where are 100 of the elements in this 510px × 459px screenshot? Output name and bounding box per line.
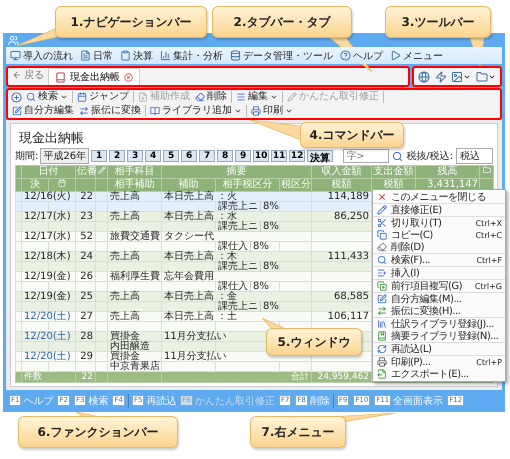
tax-select[interactable]: 税込 xyxy=(456,148,493,164)
nav-item[interactable]: 日常 xyxy=(80,48,113,62)
table-cell: 課売上ニ 8% xyxy=(216,302,280,312)
search-icon[interactable] xyxy=(392,150,404,162)
search-field[interactable]: 字> xyxy=(343,149,390,163)
menu-item[interactable]: 切り取り(T) Ctrl+X xyxy=(373,217,505,229)
menu-item[interactable]: 直接修正(E) xyxy=(373,204,505,216)
date-cell: 12/19(金) xyxy=(22,272,76,282)
menu-item[interactable]: 検索(F)... Ctrl+F xyxy=(373,254,505,266)
edit-icon xyxy=(377,294,387,304)
nav-item[interactable]: 集計・分析 xyxy=(160,48,223,62)
menu-item[interactable]: 摘要ライブラリ登録(N)... xyxy=(373,330,505,342)
menu-item[interactable]: 挿入(I) xyxy=(373,267,505,279)
tab[interactable]: 現金出納帳 xyxy=(48,68,140,85)
close-icon xyxy=(377,192,387,202)
toolbar-button[interactable] xyxy=(418,70,430,82)
menu-item[interactable]: 自分方編集(M)... xyxy=(373,293,505,305)
column-header: 税額 xyxy=(312,178,372,192)
column-header: 補助 xyxy=(162,178,216,192)
menu-item[interactable]: 仕訳ライブラリ登録(J)... xyxy=(373,318,505,330)
chart-icon xyxy=(160,50,171,61)
month-button[interactable]: 決算 xyxy=(307,150,334,162)
toolbar-button[interactable] xyxy=(476,70,496,82)
callout: 7.右メニュー xyxy=(250,416,346,448)
column-header: 日付 xyxy=(22,166,76,178)
table-cell: 111,433 xyxy=(312,252,372,262)
month-button[interactable]: 3 xyxy=(127,150,144,162)
month-button[interactable]: 10 xyxy=(253,150,270,162)
column-header: 摘要 xyxy=(162,166,312,178)
date-cell: 12/17(水) xyxy=(22,212,76,222)
command-button[interactable]: ライブラリ追加 xyxy=(149,105,243,117)
month-button[interactable]: 7 xyxy=(199,150,216,162)
add-icon[interactable] xyxy=(11,92,22,102)
command-button[interactable]: 印刷 xyxy=(250,105,294,117)
back-button[interactable]: 戻る xyxy=(12,68,44,85)
table-cell: 52 xyxy=(76,232,96,242)
pencil-icon xyxy=(377,205,387,215)
table-cell: 中京青果店 xyxy=(108,362,162,372)
menu-item[interactable]: 再読込(L) xyxy=(373,343,505,355)
month-button[interactable]: 2 xyxy=(109,150,126,162)
help-icon xyxy=(340,50,351,61)
month-button[interactable]: 9 xyxy=(235,150,252,162)
lightning-icon xyxy=(434,70,447,82)
command-button[interactable]: 検索 xyxy=(25,91,69,103)
callout-pointer xyxy=(250,120,301,140)
book-icon xyxy=(55,72,66,82)
table-cell: 本日売上高 ：土 xyxy=(162,312,312,322)
menu-item[interactable]: 振伝に変換(H)... xyxy=(373,305,505,317)
menu-item[interactable]: 前行項目複写(G) Ctrl+G xyxy=(373,280,505,292)
nav-item[interactable]: 導入の流れ xyxy=(10,48,73,62)
nav-item[interactable]: メニュー xyxy=(390,48,443,62)
year-select[interactable]: 平成26年 xyxy=(40,148,90,164)
close-icon[interactable] xyxy=(124,72,133,82)
toolbar-button[interactable] xyxy=(451,70,472,82)
command-button[interactable]: 自分方編集 xyxy=(11,105,75,117)
table-cell: 114,189 xyxy=(312,192,372,202)
arrow-left-icon xyxy=(12,70,22,80)
month-button[interactable]: 11 xyxy=(271,150,288,162)
book-icon xyxy=(150,106,160,116)
menu-item[interactable]: コピー(C) Ctrl+C xyxy=(373,229,505,241)
folder-icon xyxy=(476,70,488,82)
table-cell: 68,585 xyxy=(312,292,372,302)
menu-item[interactable]: 印刷(P)... Ctrl+P xyxy=(373,356,505,368)
refresh-icon xyxy=(377,344,387,354)
folder-icon xyxy=(482,166,491,174)
callout: 1.ナビゲーションバー xyxy=(55,6,207,38)
file-plus-icon xyxy=(138,92,148,102)
table-cell: 27 xyxy=(76,312,96,322)
month-button[interactable]: 4 xyxy=(145,150,162,162)
month-button[interactable]: 6 xyxy=(181,150,198,162)
menu-item[interactable]: このメニューを閉じる xyxy=(373,191,505,203)
nav-item[interactable]: データ管理・ツール xyxy=(230,48,333,62)
menu-item[interactable]: 削除(D) xyxy=(373,241,505,253)
search-icon xyxy=(377,255,387,265)
insert-icon xyxy=(377,268,387,278)
printer-icon xyxy=(251,106,261,116)
month-button[interactable]: 1 xyxy=(91,150,108,162)
month-button[interactable]: 12 xyxy=(289,150,306,162)
table-cell: 買掛金 xyxy=(108,332,162,342)
nav-item[interactable]: 決算 xyxy=(120,48,153,62)
command-button[interactable]: ジャンプ xyxy=(76,91,130,103)
toolbar-button[interactable] xyxy=(434,70,447,82)
menu-item[interactable]: エクスポート(E)... xyxy=(373,368,505,380)
table-cell: 売上高 xyxy=(108,212,162,222)
total-label: 合計 xyxy=(162,372,312,382)
caret-icon xyxy=(60,93,68,101)
month-button[interactable]: 5 xyxy=(163,150,180,162)
command-button[interactable]: 編集 xyxy=(235,91,279,103)
command-button[interactable]: 振伝に変換 xyxy=(78,105,142,117)
table-cell: 86,250 xyxy=(312,212,372,222)
date-cell: 12/20(土) xyxy=(22,312,76,322)
date-cell: 12/19(金) xyxy=(22,292,76,302)
app-icon xyxy=(8,34,19,46)
table-cell: 本日売上高 ：水 xyxy=(162,212,312,222)
nav-item[interactable]: ヘルプ xyxy=(340,48,383,62)
play-icon xyxy=(390,50,401,61)
command-button[interactable]: 削除 xyxy=(194,91,228,103)
globe-icon xyxy=(418,70,430,82)
table-cell: 25 xyxy=(76,292,96,302)
month-button[interactable]: 8 xyxy=(217,150,234,162)
